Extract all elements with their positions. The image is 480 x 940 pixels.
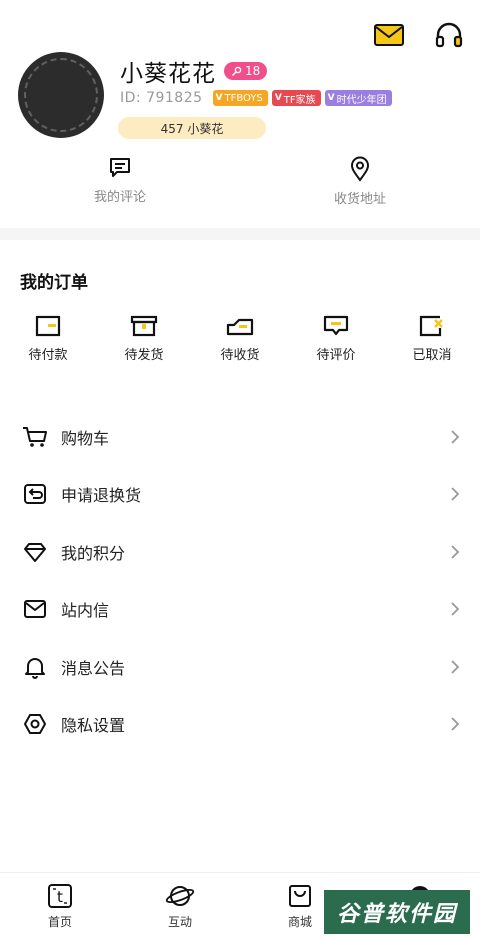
tag-tfboys: V TFBOYS (212, 90, 268, 106)
bag-icon (289, 885, 311, 907)
nav-interact[interactable]: 互动 (120, 873, 240, 940)
watermark-logo: 谷普软件园 (324, 890, 470, 934)
quick-link-address[interactable]: 收货地址 (300, 156, 420, 207)
level-badge: 18 (224, 62, 268, 80)
v-icon: V (327, 93, 335, 103)
wallet-icon (35, 315, 61, 337)
fans-count-pill[interactable]: 457 小葵花 (118, 117, 266, 139)
order-label: 待付款 (28, 348, 68, 363)
planet-icon (165, 886, 195, 906)
menu-item-label: 消息公告 (61, 658, 126, 678)
menu-item-returns[interactable]: 申请退换货 (0, 466, 480, 524)
chevron-right-icon (451, 487, 460, 501)
profile-name-row: 小葵花花 18 (120, 54, 268, 88)
fan-tags: V TFBOYS V TF家族 V 时代少年团 (212, 90, 392, 106)
tag-teens-in-times: V 时代少年团 (324, 90, 392, 106)
order-pending-review[interactable]: 待评价 (288, 314, 384, 363)
return-icon (22, 481, 48, 507)
chevron-right-icon (451, 602, 460, 616)
bell-icon (22, 654, 48, 680)
menu-item-points[interactable]: 我的积分 (0, 523, 480, 581)
settings-icon (22, 711, 48, 737)
order-status-row: 待付款 待发货 待收货 待评价 已取消 (0, 314, 480, 363)
tag-label: TF家族 (283, 94, 316, 106)
diamond-icon (22, 539, 48, 565)
mail-icon[interactable] (372, 18, 406, 52)
menu-item-label: 隐私设置 (61, 716, 126, 736)
order-label: 待发货 (124, 348, 164, 363)
menu-item-privacy[interactable]: 隐私设置 (0, 696, 480, 754)
tag-tf-family: V TF家族 (271, 90, 321, 106)
order-label: 待评价 (316, 348, 356, 363)
home-icon: t (48, 884, 72, 908)
menu-item-label: 我的积分 (61, 543, 126, 563)
header-actions (372, 18, 466, 52)
v-icon: V (215, 93, 223, 103)
order-label: 已取消 (412, 348, 452, 363)
svg-text:t: t (57, 888, 63, 906)
comment-icon (110, 158, 130, 177)
chevron-right-icon (451, 430, 460, 444)
level-value: 18 (245, 64, 261, 78)
quick-link-label: 收货地址 (333, 192, 386, 207)
quick-link-comments[interactable]: 我的评论 (60, 156, 180, 205)
menu-item-label: 购物车 (61, 428, 110, 448)
profile-id-row: ID: 791825 V TFBOYS V TF家族 V 时代少年团 (120, 90, 392, 106)
truck-icon (226, 318, 254, 336)
order-pending-shipment[interactable]: 待发货 (96, 314, 192, 363)
quick-link-label: 我的评论 (93, 190, 146, 205)
box-icon (130, 315, 158, 337)
menu-item-inbox[interactable]: 站内信 (0, 581, 480, 639)
location-icon (350, 156, 370, 182)
chevron-right-icon (451, 717, 460, 731)
tag-label: TFBOYS (224, 92, 263, 104)
tag-label: 时代少年团 (336, 94, 387, 106)
avatar[interactable] (18, 52, 104, 138)
review-icon (323, 315, 349, 336)
settings-menu: 购物车 申请退换货 我的积分 站内信 消息公告 隐私设置 (0, 408, 480, 753)
profile-name: 小葵花花 (120, 61, 216, 87)
key-icon (232, 66, 242, 76)
cancel-icon (419, 315, 443, 337)
envelope-icon (22, 596, 48, 622)
order-cancelled[interactable]: 已取消 (384, 314, 480, 363)
menu-item-cart[interactable]: 购物车 (0, 408, 480, 466)
user-id: ID: 791825 (120, 90, 203, 106)
v-icon: V (274, 93, 282, 103)
cart-icon (22, 424, 48, 450)
chevron-right-icon (451, 545, 460, 559)
nav-label: 商城 (287, 915, 312, 929)
section-divider (0, 228, 480, 240)
nav-label: 互动 (167, 915, 192, 929)
order-pending-receipt[interactable]: 待收货 (192, 314, 288, 363)
menu-item-announcements[interactable]: 消息公告 (0, 638, 480, 696)
headphones-icon[interactable] (432, 18, 466, 52)
orders-title: 我的订单 (20, 273, 88, 293)
quick-links: 我的评论 收货地址 (0, 156, 480, 212)
chevron-right-icon (451, 660, 460, 674)
nav-label: 首页 (47, 915, 72, 929)
menu-item-label: 站内信 (61, 601, 110, 621)
nav-home[interactable]: t 首页 (0, 873, 120, 940)
order-label: 待收货 (220, 348, 260, 363)
order-pending-payment[interactable]: 待付款 (0, 314, 96, 363)
menu-item-label: 申请退换货 (61, 486, 142, 506)
